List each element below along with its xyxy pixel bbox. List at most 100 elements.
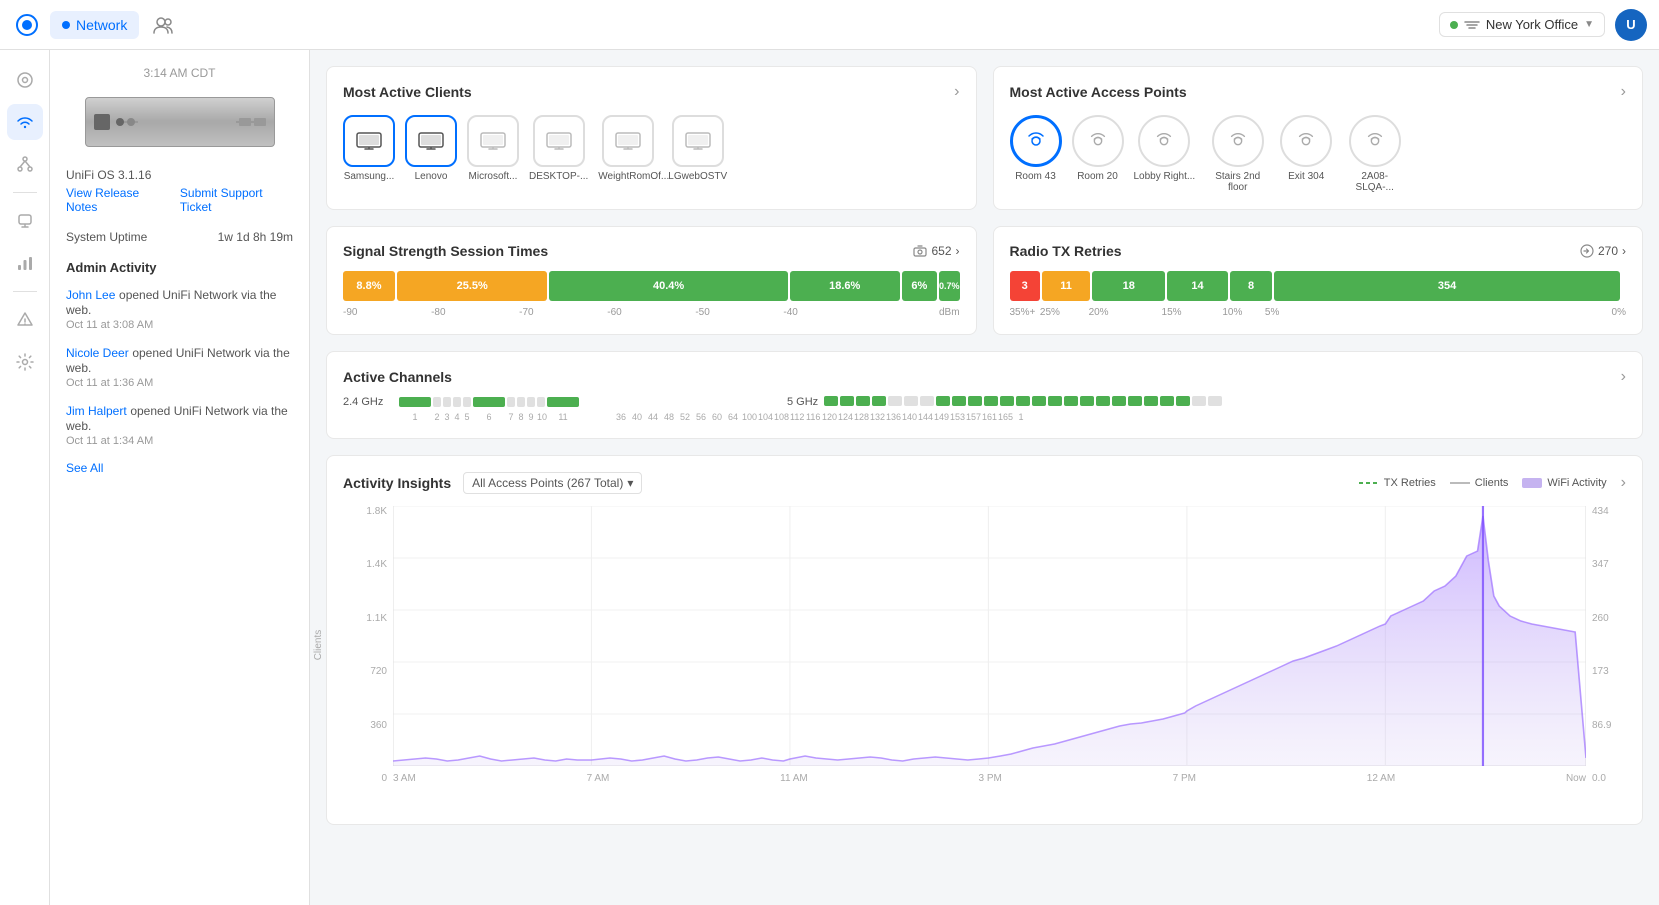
ch-bar-11 xyxy=(547,397,579,407)
sidebar-item-topology[interactable] xyxy=(7,146,43,182)
admin-entry-2: Jim Halpert opened UniFi Network via the… xyxy=(66,403,293,447)
site-name: New York Office xyxy=(1486,17,1578,32)
signal-bar-5: 0.7% xyxy=(939,271,960,301)
client-icon-0[interactable] xyxy=(343,115,395,167)
aps-card-arrow[interactable]: › xyxy=(1621,83,1626,101)
client-item-4: WeightRomOf... xyxy=(598,115,658,182)
ap-icon-2[interactable] xyxy=(1138,115,1190,167)
ap-item-0: Room 43 xyxy=(1010,115,1062,182)
client-label-4: WeightRomOf... xyxy=(598,171,658,182)
radio-tx-bar-3: 14 xyxy=(1167,271,1228,301)
admin-name-0[interactable]: John Lee xyxy=(66,288,115,302)
radio-tx-bar-5: 354 xyxy=(1274,271,1620,301)
admin-name-1[interactable]: Nicole Deer xyxy=(66,346,129,360)
nav-tab-network[interactable]: Network xyxy=(50,11,139,39)
unifi-links: View Release Notes Submit Support Ticket xyxy=(66,186,293,214)
client-icon-5[interactable] xyxy=(672,115,724,167)
device-image xyxy=(66,92,293,152)
user-avatar[interactable]: U xyxy=(1615,9,1647,41)
radio-tx-title: Radio TX Retries xyxy=(1010,243,1122,259)
sidebar-item-clients[interactable] xyxy=(7,203,43,239)
most-active-clients-card: Most Active Clients › Samsung... xyxy=(326,66,977,210)
nav-tab-network-label: Network xyxy=(76,17,127,33)
radio-tx-label-6: 0% xyxy=(1612,307,1626,318)
admin-name-2[interactable]: Jim Halpert xyxy=(66,404,127,418)
client-label-0: Samsung... xyxy=(344,171,395,182)
ap-item-5: 2A08-SLQA-... xyxy=(1342,115,1407,193)
ap-icon-4[interactable] xyxy=(1280,115,1332,167)
unifi-version: UniFi OS 3.1.16 xyxy=(66,168,293,182)
signal-title: Signal Strength Session Times xyxy=(343,243,548,259)
ch-bar-7 xyxy=(507,397,515,407)
ch-nums-5: 36 40 44 48 52 56 60 64 100 104 108 112 … xyxy=(614,412,1626,422)
signal-bar-2: 40.4% xyxy=(549,271,787,301)
ap-label-2: Lobby Right... xyxy=(1134,171,1196,182)
ap-label-1: Room 20 xyxy=(1077,171,1118,182)
signal-bar-1: 25.5% xyxy=(397,271,547,301)
sidebar-divider-1 xyxy=(13,192,37,193)
ch-bar-9 xyxy=(527,397,535,407)
admin-activity-title: Admin Activity xyxy=(66,260,293,275)
y-axis-right: 434 347 260 173 86.9 0.0 xyxy=(1592,506,1632,784)
band-24-label: 2.4 GHz xyxy=(343,396,391,408)
signal-header: Signal Strength Session Times 652 › xyxy=(343,243,960,259)
legend-wifi-label: WiFi Activity xyxy=(1547,477,1606,489)
ch-bar-10 xyxy=(537,397,545,407)
sidebar-item-alerts[interactable] xyxy=(7,302,43,338)
radio-tx-label-0: 35%+ xyxy=(1010,307,1040,318)
band-5-row: 5 GHz xyxy=(787,396,1626,408)
client-icon-4[interactable] xyxy=(602,115,654,167)
view-release-notes-link[interactable]: View Release Notes xyxy=(66,186,170,214)
client-icon-2[interactable] xyxy=(467,115,519,167)
signal-unit: dBm xyxy=(871,307,959,318)
sidebar-item-wifi[interactable] xyxy=(7,104,43,140)
admin-time-1: Oct 11 at 1:36 AM xyxy=(66,377,293,389)
sidebar-item-settings[interactable] xyxy=(7,344,43,380)
nav-users-icon[interactable] xyxy=(147,9,179,41)
app-logo[interactable] xyxy=(12,10,42,40)
activity-title: Activity Insights xyxy=(343,475,451,491)
activity-filter-dropdown[interactable]: All Access Points (267 Total) ▾ xyxy=(463,472,642,494)
ch-nums-24: 1 2 3 4 5 6 7 8 9 10 11 xyxy=(399,412,579,422)
ap-item-1: Room 20 xyxy=(1072,115,1124,182)
left-panel: 3:14 AM CDT UniFi OS 3.1.16 View Release… xyxy=(50,50,310,905)
client-item-2: Microsoft... xyxy=(467,115,519,182)
signal-label-2: -70 xyxy=(519,307,607,318)
sidebar-item-stats[interactable] xyxy=(7,245,43,281)
client-icon-1[interactable] xyxy=(405,115,457,167)
x-label-4: 7 PM xyxy=(1173,773,1196,784)
admin-time-2: Oct 11 at 1:34 AM xyxy=(66,435,293,447)
admin-time-0: Oct 11 at 3:08 AM xyxy=(66,319,293,331)
ap-icon-3[interactable] xyxy=(1212,115,1264,167)
channels-header: Active Channels › xyxy=(343,368,1626,386)
legend-clients-label: Clients xyxy=(1475,477,1509,489)
clients-card-title: Most Active Clients xyxy=(343,84,472,100)
clients-card-arrow[interactable]: › xyxy=(954,83,959,101)
channels-arrow[interactable]: › xyxy=(1621,368,1626,386)
ch-bar-3 xyxy=(443,397,451,407)
activity-header: Activity Insights All Access Points (267… xyxy=(343,472,1626,494)
signal-label-1: -80 xyxy=(431,307,519,318)
active-channels-card: Active Channels › 2.4 GHz xyxy=(326,351,1643,439)
activity-filter-chevron: ▾ xyxy=(627,476,633,490)
ap-item-4: Exit 304 xyxy=(1280,115,1332,182)
signal-label-3: -60 xyxy=(607,307,695,318)
signal-arrow[interactable]: › xyxy=(956,244,960,258)
sidebar-item-home[interactable] xyxy=(7,62,43,98)
y-axis-left: 1.8K 1.4K 1.1K 720 360 0 xyxy=(347,506,387,784)
system-uptime: System Uptime 1w 1d 8h 19m xyxy=(66,230,293,244)
radio-tx-header: Radio TX Retries 270 › xyxy=(1010,243,1627,259)
client-icon-3[interactable] xyxy=(533,115,585,167)
submit-support-ticket-link[interactable]: Submit Support Ticket xyxy=(180,186,293,214)
ap-icon-5[interactable] xyxy=(1349,115,1401,167)
most-active-aps-card: Most Active Access Points › Room 43 xyxy=(993,66,1644,210)
site-selector[interactable]: New York Office ▼ xyxy=(1439,12,1605,37)
ap-icon-1[interactable] xyxy=(1072,115,1124,167)
signal-count: 652 › xyxy=(913,244,959,258)
ap-icon-0[interactable] xyxy=(1010,115,1062,167)
activity-arrow[interactable]: › xyxy=(1621,474,1626,492)
panel-time: 3:14 AM CDT xyxy=(66,66,293,80)
radio-tx-arrow[interactable]: › xyxy=(1622,244,1626,258)
see-all-button[interactable]: See All xyxy=(66,461,293,475)
ap-label-3: Stairs 2nd floor xyxy=(1205,171,1270,193)
